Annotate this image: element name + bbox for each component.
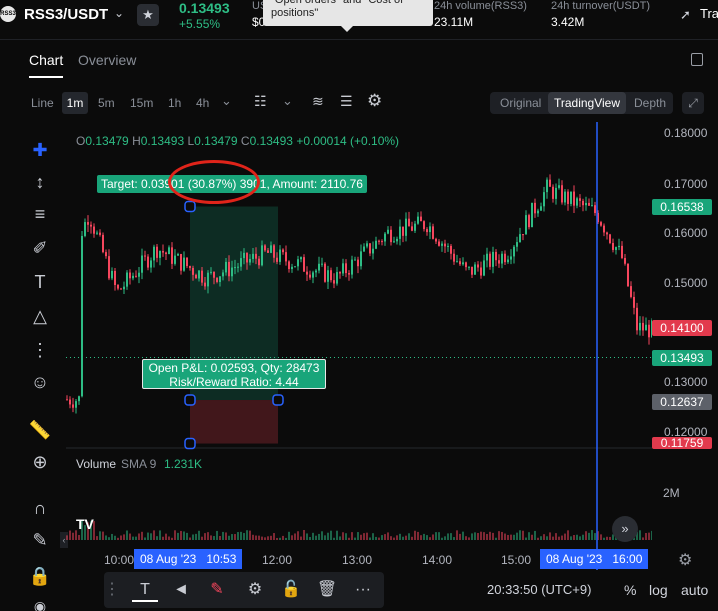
risk-zone [190, 400, 278, 444]
emoji-icon[interactable]: ☺ [28, 370, 52, 394]
volume-sma: SMA 9 [121, 457, 157, 471]
zoom-in-icon[interactable]: ⊕ [28, 450, 52, 474]
turnover-24h-label: 24h turnover(USDT) [551, 0, 651, 12]
time-tick: 14:00 [422, 553, 453, 567]
legend-change: +0.00014 (+0.10%) [296, 134, 400, 148]
annotation-circle [168, 160, 260, 204]
tab-active-indicator [29, 76, 63, 78]
gear-icon[interactable]: ⚙ [242, 578, 268, 602]
list-icon[interactable]: ☰ [340, 93, 353, 110]
star-icon[interactable]: ★ [137, 4, 159, 26]
pattern-icon[interactable]: △ [28, 304, 52, 328]
brush-icon[interactable]: ✐ [28, 236, 52, 260]
price-badge-take-profit: 0.16538 [652, 199, 712, 215]
indicators-icon[interactable]: ≋ [312, 93, 324, 110]
chevron-down-icon[interactable]: ⌄ [221, 93, 232, 109]
trash-icon[interactable]: 🗑 [314, 578, 340, 602]
fill-color-icon[interactable]: ◄ [168, 578, 194, 602]
volume-axis-tick: 2M [663, 486, 680, 500]
price-badge-last: 0.13493 [652, 350, 712, 366]
risk-reward-line: Risk/Reward Ratio: 4.44 [169, 375, 299, 389]
gear-icon[interactable]: ⚙ [678, 550, 692, 570]
pnl-line: Open P&L: 0.02593, Qty: 28473 [148, 361, 320, 375]
volume-label: Volume [76, 457, 117, 471]
chart-type-line[interactable]: Line [31, 96, 54, 110]
price-badge-entry: 0.12637 [652, 394, 712, 410]
legend-low: 0.13479 [194, 134, 238, 148]
last-price: 0.13493 [179, 0, 230, 16]
legend-open: 0.13479 [85, 134, 129, 148]
price-tick: 0.18000 [664, 126, 708, 140]
price-tick: 0.16000 [664, 226, 708, 240]
coin-logo: RSS3 [0, 6, 16, 22]
time-tick: 15:00 [501, 553, 532, 567]
tooltip: "Open orders" and "Cost of positions" [263, 0, 433, 26]
view-tradingview[interactable]: TradingView [548, 92, 626, 114]
pair-selector[interactable]: RSS3/USDT [24, 6, 108, 23]
volume-bars [66, 520, 652, 540]
crosshair-icon[interactable]: ✚ [28, 138, 52, 162]
pnl-box: Open P&L: 0.02593, Qty: 28473 Risk/Rewar… [142, 359, 326, 389]
ruler-icon[interactable]: 📏 [28, 418, 52, 442]
legend-h-label: H [132, 134, 141, 148]
volume-24h-label: 24h volume(RSS3) [434, 0, 527, 12]
tab-overview[interactable]: Overview [78, 52, 136, 68]
timeframe-5m[interactable]: 5m [98, 96, 115, 110]
gear-icon[interactable]: ⚙ [367, 91, 382, 111]
pencil-lock-icon[interactable]: ✎ [28, 528, 52, 552]
line-color-icon[interactable]: ✎ [204, 578, 230, 602]
eye-icon[interactable]: ◉ [28, 594, 52, 611]
timeframe-15m[interactable]: 15m [130, 96, 153, 110]
price-badge-red: 0.14100 [652, 320, 712, 336]
price-change: +5.55% [179, 17, 221, 31]
legend-close: 0.13493 [249, 134, 293, 148]
tooltip-arrow [341, 26, 353, 32]
price-tick: 0.17000 [664, 177, 708, 191]
drag-handle-icon[interactable]: ⋮ [104, 578, 120, 602]
percent-scale-button[interactable]: % [624, 582, 636, 598]
timeframe-1h[interactable]: 1h [168, 96, 181, 110]
panel-icon[interactable] [691, 53, 703, 66]
legend-c-label: C [240, 134, 250, 148]
timeframe-4h[interactable]: 4h [196, 96, 209, 110]
text-icon[interactable]: T [28, 270, 52, 294]
volume-value: 1.231K [164, 457, 203, 471]
auto-scale-button[interactable]: auto [681, 582, 708, 598]
volume-24h-value: 23.11M [434, 15, 474, 29]
tradingview-icon[interactable]: ➚ [680, 7, 691, 23]
fib-icon[interactable]: ≡ [28, 202, 52, 226]
chevron-down-icon[interactable]: ⌄ [114, 6, 124, 20]
chevron-down-icon[interactable]: ⌄ [282, 93, 293, 109]
legend-high: 0.13493 [140, 134, 185, 148]
tab-chart[interactable]: Chart [29, 52, 63, 68]
time-tick: 10:00 [104, 553, 135, 567]
log-scale-button[interactable]: log [649, 582, 668, 598]
legend-o-label: O [76, 134, 86, 148]
tradingview-logo: TV [76, 516, 94, 532]
timeframe-1m[interactable]: 1m [62, 92, 88, 114]
clock[interactable]: 20:33:50 (UTC+9) [487, 582, 591, 597]
time-badge-range-start: 08 Aug '23 10:53 [134, 549, 243, 569]
lock-icon[interactable]: 🔒 [28, 564, 52, 588]
ohlc-legend: O0.13479 H0.13493 L0.13479 C0.13493 +0.0… [76, 134, 399, 148]
price-tick: 0.15000 [664, 276, 708, 290]
scroll-to-realtime-button[interactable]: » [612, 516, 638, 542]
view-depth[interactable]: Depth [634, 96, 666, 110]
trend-line-icon[interactable]: ↕ [28, 170, 52, 194]
time-tick: 13:00 [342, 553, 373, 567]
magnet-icon[interactable]: ∩ [28, 496, 52, 520]
measure-range-icon[interactable]: ⋮ [28, 338, 52, 362]
view-original[interactable]: Original [500, 96, 541, 110]
turnover-24h-value: 3.42M [551, 15, 585, 29]
expand-icon[interactable]: ⤢ [682, 92, 704, 114]
time-tick: 12:00 [262, 553, 293, 567]
time-badge-crosshair: 08 Aug '23 16:00 [540, 549, 649, 569]
more-icon[interactable]: ··· [350, 578, 376, 602]
price-tick: 0.13000 [664, 375, 708, 389]
candlestick-icon[interactable]: ☷ [254, 93, 267, 110]
tradingview-link[interactable]: Tra [700, 6, 718, 21]
lock-icon[interactable]: 🔓 [278, 578, 304, 602]
text-icon[interactable]: T [132, 578, 158, 602]
price-badge-stop: 0.11759 [652, 437, 712, 449]
